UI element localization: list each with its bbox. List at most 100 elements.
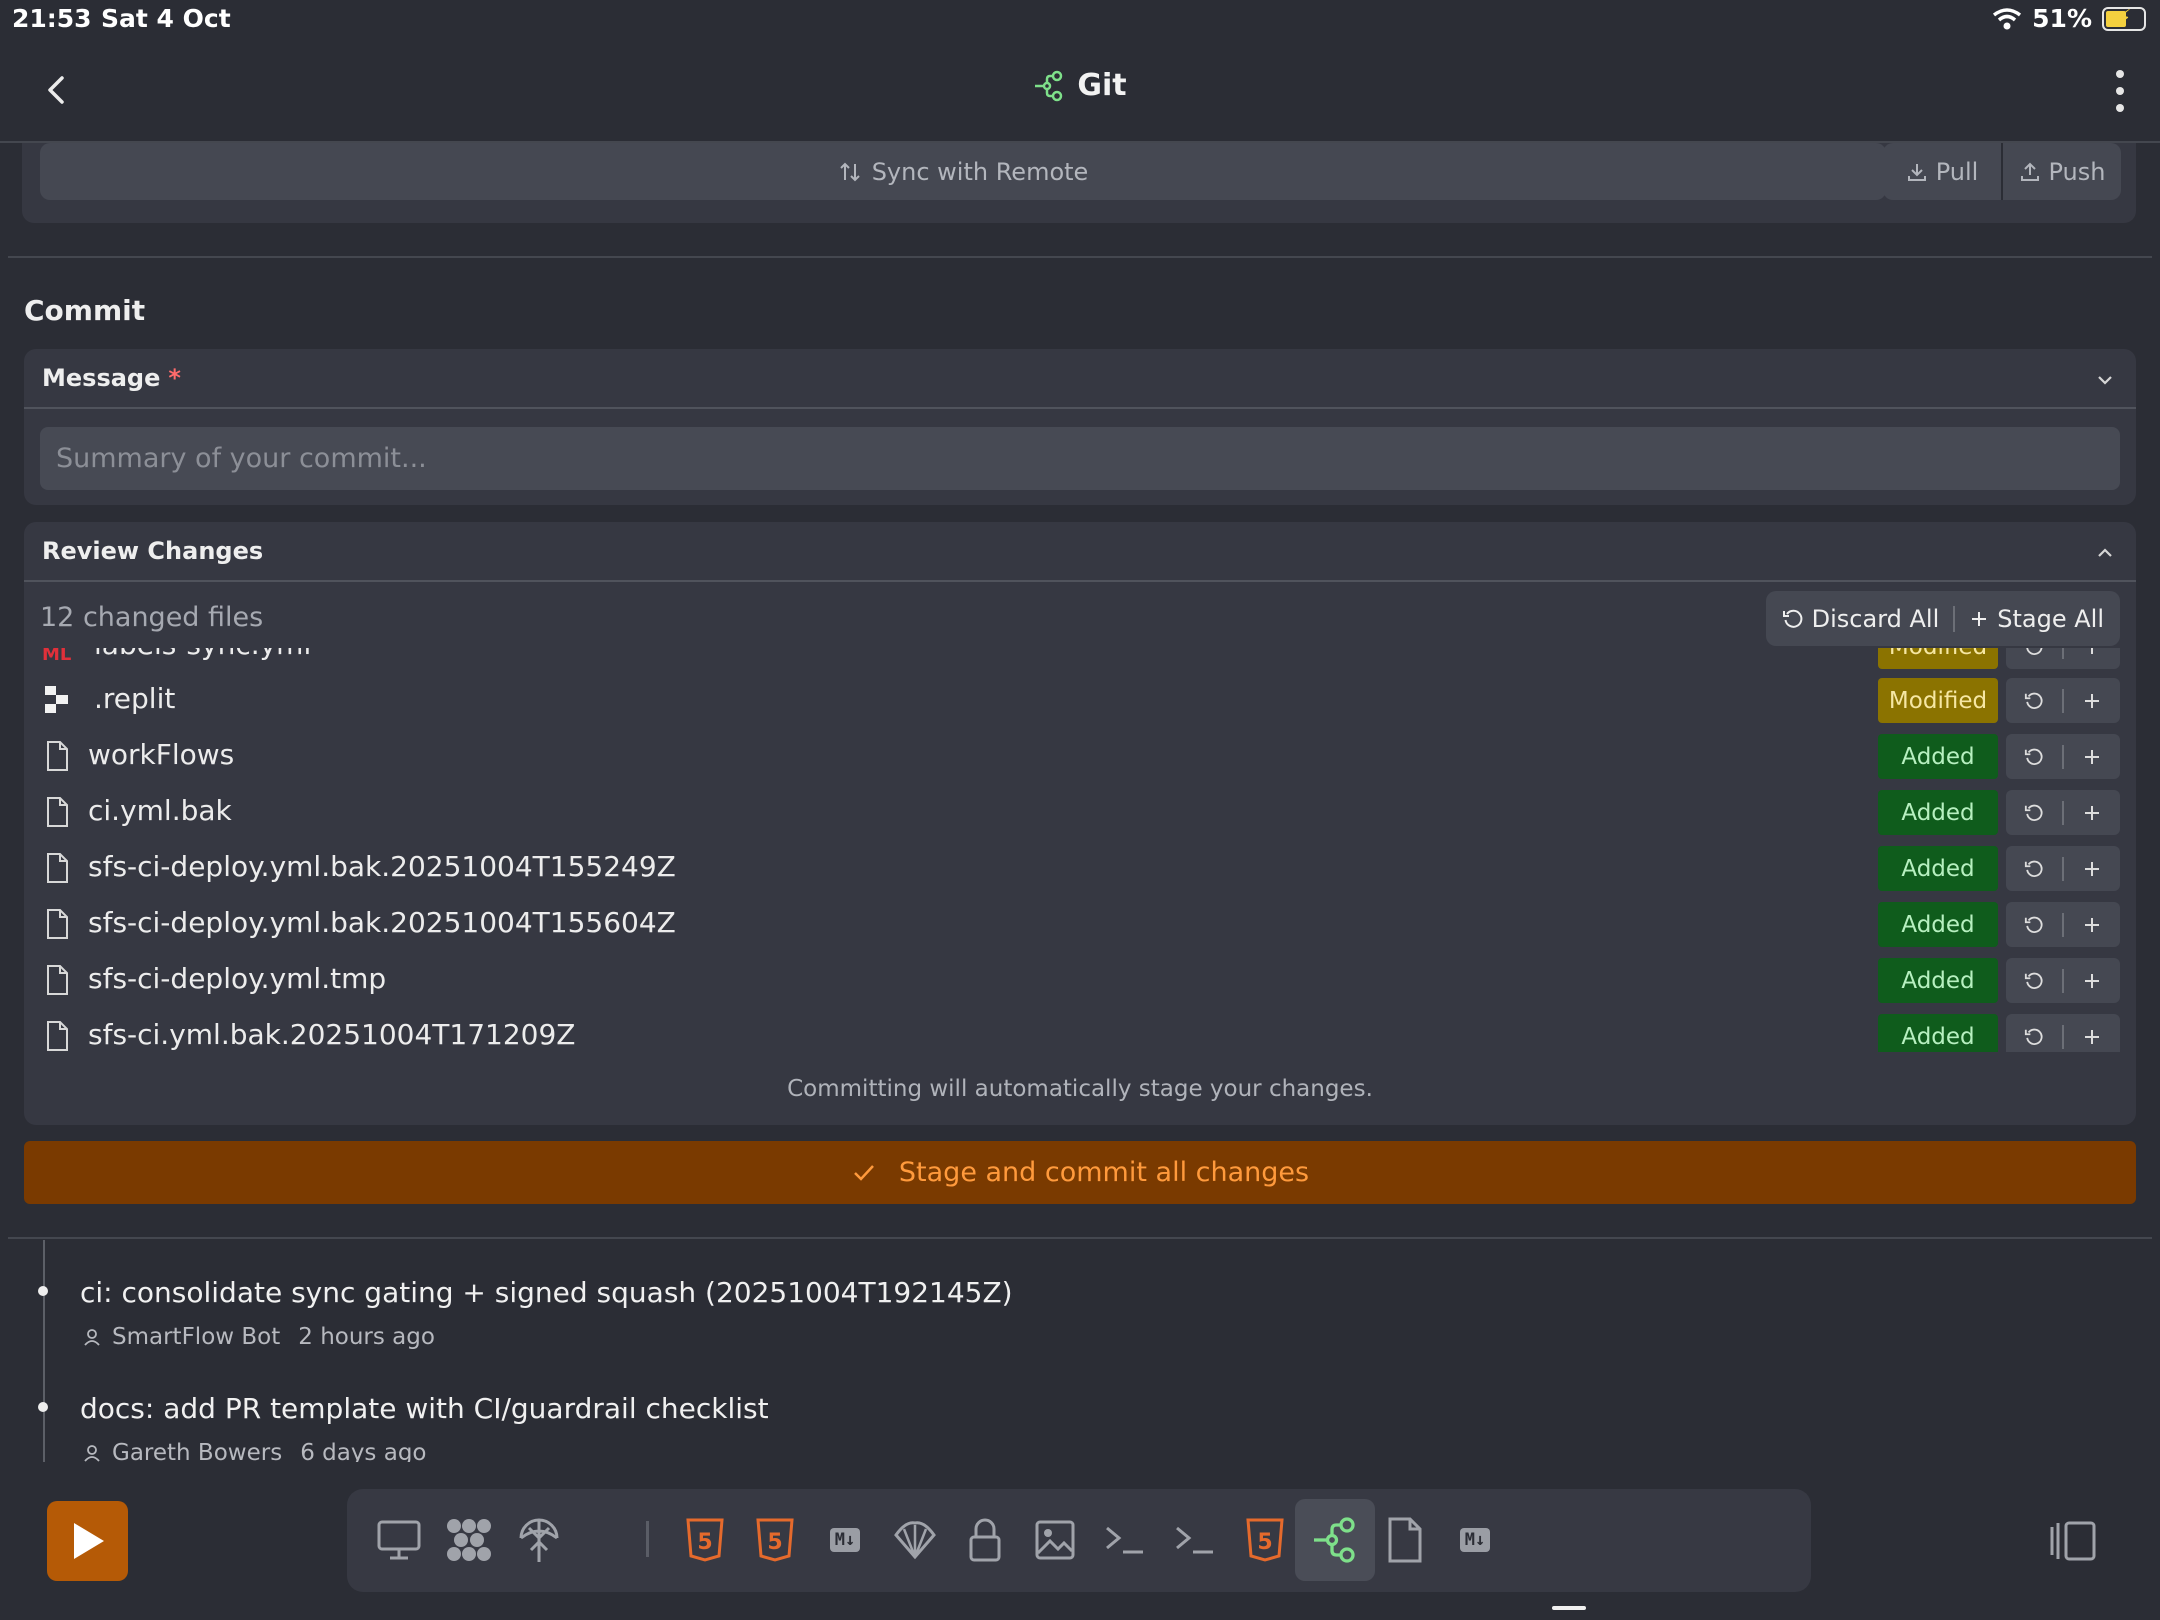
battery-percent: 51%	[2032, 4, 2092, 33]
svg-text:ML: ML	[42, 648, 71, 664]
discard-file-button[interactable]	[2006, 958, 2062, 1003]
file-row[interactable]: sfs-ci-deploy.yml.tmp Added	[24, 952, 2136, 1008]
stage-file-button[interactable]	[2064, 958, 2120, 1003]
file-name: .replit	[94, 682, 176, 715]
dock-secrets[interactable]	[945, 1499, 1025, 1581]
pull-push-group: Pull Push	[1883, 143, 2121, 200]
status-badge: Added	[1878, 790, 1998, 835]
commit-item[interactable]: docs: add PR template with CI/guardrail …	[0, 1356, 2160, 1462]
deployments-icon	[519, 1518, 559, 1562]
commit-message-input[interactable]	[40, 427, 2120, 490]
markdown-icon: M↓	[1459, 1528, 1491, 1552]
sync-card: Sync with Remote Pull Push	[22, 143, 2136, 223]
split-view-icon	[2050, 1521, 2096, 1561]
push-label: Push	[2048, 157, 2106, 186]
run-button[interactable]	[47, 1501, 128, 1581]
plus-icon	[2085, 1029, 2099, 1044]
file-icon	[47, 1021, 68, 1051]
dock-shell[interactable]	[875, 1499, 955, 1581]
commit-author: Gareth Bowers	[112, 1440, 283, 1462]
split-view-button[interactable]	[2045, 1516, 2101, 1566]
dock-monitor[interactable]	[359, 1499, 439, 1581]
plus-icon	[2085, 973, 2099, 988]
status-badge: Added	[1878, 1014, 1998, 1052]
file-row[interactable]: sfs-ci.yml.bak.20251004T171209Z Added	[24, 1008, 2136, 1052]
dock-file[interactable]	[1365, 1499, 1445, 1581]
stage-file-button[interactable]	[2064, 678, 2120, 723]
dock-html-file-3[interactable]: 5	[1225, 1499, 1305, 1581]
commit-meta: SmartFlow Bot 2 hours ago	[82, 1324, 435, 1350]
discard-all-button[interactable]: Discard All	[1782, 605, 1939, 633]
dock-image[interactable]	[1015, 1499, 1095, 1581]
pull-button[interactable]: Pull	[1883, 143, 2001, 200]
discard-file-button[interactable]	[2006, 678, 2062, 723]
svg-text:5: 5	[767, 1530, 782, 1555]
more-options-button[interactable]	[2100, 66, 2140, 116]
commit-history[interactable]: ci: consolidate sync gating + signed squ…	[0, 1240, 2160, 1462]
discard-file-button[interactable]	[2006, 734, 2062, 779]
plus-icon	[2085, 693, 2099, 708]
changed-files-list[interactable]: ML labels-sync.yml Modified .replit	[24, 648, 2136, 1052]
timeline-dot	[38, 1402, 48, 1412]
undo-icon	[2024, 1028, 2043, 1045]
stage-file-button[interactable]	[2064, 902, 2120, 947]
stage-all-button[interactable]: Stage All	[1969, 605, 2104, 633]
file-icon	[47, 741, 68, 771]
file-name: sfs-ci.yml.bak.20251004T171209Z	[88, 1018, 576, 1051]
stage-file-button[interactable]	[2064, 648, 2120, 669]
dock-html-file-2[interactable]: 5	[735, 1499, 815, 1581]
chevron-down-icon[interactable]	[2094, 369, 2116, 391]
commit-message: ci: consolidate sync gating + signed squ…	[80, 1276, 1013, 1309]
commit-item[interactable]: ci: consolidate sync gating + signed squ…	[0, 1240, 2160, 1350]
status-time: 21:53	[12, 4, 92, 33]
discard-file-button[interactable]	[2006, 846, 2062, 891]
push-button[interactable]: Push	[2003, 143, 2121, 200]
dock-html-file-1[interactable]: 5	[665, 1499, 745, 1581]
stage-file-button[interactable]	[2064, 790, 2120, 835]
file-row[interactable]: .replit Modified	[24, 672, 2136, 728]
dock-terminal-1[interactable]	[1085, 1499, 1165, 1581]
dock-separator	[646, 1521, 649, 1557]
status-bar: 21:53 Sat 4 Oct 51% ⚡	[0, 0, 2160, 40]
file-row[interactable]: ci.yml.bak Added	[24, 784, 2136, 840]
undo-icon	[2024, 860, 2043, 877]
commit-section-title: Commit	[24, 294, 146, 327]
stage-file-button[interactable]	[2064, 1014, 2120, 1052]
dock-terminal-2[interactable]	[1155, 1499, 1235, 1581]
file-row[interactable]: sfs-ci-deploy.yml.bak.20251004T155604Z A…	[24, 896, 2136, 952]
discard-file-button[interactable]	[2006, 902, 2062, 947]
dock-packages[interactable]	[429, 1499, 509, 1581]
undo-icon	[2024, 804, 2043, 821]
plus-icon	[2085, 917, 2099, 932]
file-row[interactable]: sfs-ci-deploy.yml.bak.20251004T155249Z A…	[24, 840, 2136, 896]
file-name: sfs-ci-deploy.yml.tmp	[88, 962, 387, 995]
html5-icon: 5	[1246, 1518, 1284, 1562]
dock-markdown-1[interactable]: M↓	[805, 1499, 885, 1581]
sync-label: Sync with Remote	[871, 157, 1089, 186]
discard-file-button[interactable]	[2006, 1014, 2062, 1052]
discard-file-button[interactable]	[2006, 790, 2062, 835]
review-header[interactable]: Review Changes	[24, 522, 2136, 582]
chevron-up-icon[interactable]	[2094, 542, 2116, 564]
file-row[interactable]: ML labels-sync.yml Modified	[24, 648, 2136, 674]
dock-git[interactable]	[1295, 1499, 1375, 1581]
dock-markdown-2[interactable]: M↓	[1435, 1499, 1515, 1581]
stage-file-button[interactable]	[2064, 734, 2120, 779]
file-row[interactable]: workFlows Added	[24, 728, 2136, 784]
message-header[interactable]: Message *	[24, 349, 2136, 409]
stage-file-button[interactable]	[2064, 846, 2120, 891]
stage-and-commit-button[interactable]: Stage and commit all changes	[24, 1141, 2136, 1204]
undo-icon	[2024, 692, 2043, 709]
changed-files-count: 12 changed files	[40, 602, 264, 633]
discard-file-button[interactable]	[2006, 648, 2062, 669]
file-actions	[2006, 734, 2120, 779]
file-name: workFlows	[88, 738, 235, 771]
file-name: labels-sync.yml	[94, 648, 311, 661]
pull-label: Pull	[1935, 157, 1979, 186]
shell-icon	[894, 1521, 936, 1560]
dock-deployments[interactable]	[499, 1499, 579, 1581]
undo-icon	[2024, 916, 2043, 933]
sync-with-remote-button[interactable]: Sync with Remote	[40, 143, 1886, 200]
file-name: sfs-ci-deploy.yml.bak.20251004T155604Z	[88, 906, 676, 939]
file-name: sfs-ci-deploy.yml.bak.20251004T155249Z	[88, 850, 676, 883]
